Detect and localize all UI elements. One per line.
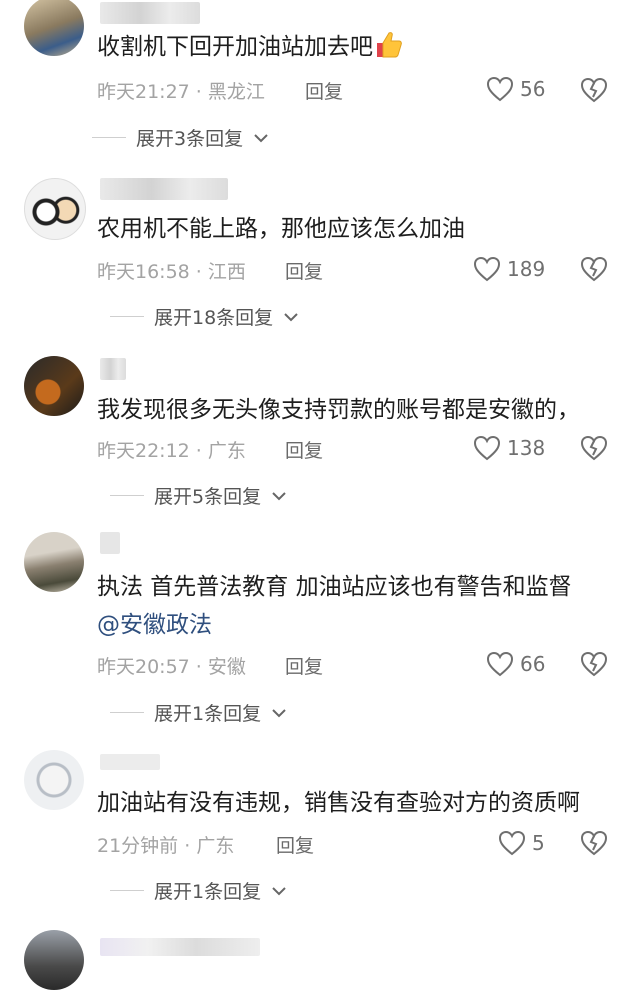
meta-separator: · [189,656,208,678]
expand-replies[interactable]: 展开1条回复 [110,877,287,904]
comment-time: 昨天22:12 [97,440,190,462]
like-count: 56 [520,77,546,101]
comment-meta: 昨天16:58 · 江西 [97,257,246,284]
dislike-icon[interactable] [580,434,608,462]
comment-location: 安徽 [207,656,246,678]
avatar[interactable] [24,178,86,240]
dislike-icon[interactable] [580,650,608,678]
like-button[interactable]: 5 [498,828,545,858]
username-blurred[interactable] [100,938,260,956]
expand-label: 展开3条回复 [136,128,244,150]
meta-separator: · [189,81,208,103]
username-blurred[interactable] [100,2,200,24]
reply-button[interactable]: 回复 [285,257,323,284]
like-button[interactable]: 189 [473,254,545,284]
mention-link[interactable]: @安徽政法 [97,608,212,642]
comment-time: 昨天21:27 [97,81,190,103]
expand-label: 展开1条回复 [154,881,262,903]
comment-text: 执法 首先普法教育 加油站应该也有警告和监督 [97,574,572,600]
expand-line [110,316,144,317]
comment-time: 昨天20:57 [97,656,190,678]
comment-location: 广东 [196,835,235,857]
avatar[interactable] [24,930,84,990]
like-count: 5 [532,831,545,855]
avatar[interactable] [24,356,84,416]
username-blurred[interactable] [100,754,160,770]
meta-separator: · [189,440,208,462]
chevron-down-icon [272,708,286,717]
dislike-icon[interactable] [580,829,608,857]
thumbs-up-icon [373,30,403,60]
comment-text: 我发现很多无头像支持罚款的账号都是安徽的， [97,397,580,423]
expand-replies[interactable]: 展开3条回复 [92,124,269,151]
comment-text: 收割机下回开加油站加去吧 [97,30,403,64]
like-count: 189 [507,257,546,281]
heart-icon [473,435,501,461]
like-button[interactable]: 66 [486,649,545,679]
meta-separator: · [178,835,197,857]
avatar[interactable] [24,0,84,56]
expand-replies[interactable]: 展开18条回复 [110,303,299,330]
comment-location: 江西 [207,261,246,283]
like-button[interactable]: 56 [486,74,545,104]
dislike-icon[interactable] [580,255,608,283]
expand-replies[interactable]: 展开5条回复 [110,482,287,509]
expand-label: 展开5条回复 [154,486,262,508]
heart-icon [486,76,514,102]
avatar[interactable] [24,532,84,592]
chevron-down-icon [272,491,286,500]
meta-separator: · [189,261,208,283]
reply-button[interactable]: 回复 [305,77,343,104]
reply-button[interactable]: 回复 [276,831,314,858]
heart-icon [486,651,514,677]
reply-button[interactable]: 回复 [285,436,323,463]
expand-line [92,137,126,138]
like-count: 66 [520,652,546,676]
dislike-icon[interactable] [580,76,608,104]
chevron-down-icon [272,886,286,895]
comment-location: 广东 [207,440,246,462]
expand-line [110,495,144,496]
expand-label: 展开1条回复 [154,703,262,725]
username-blurred[interactable] [100,532,120,554]
comment-time: 昨天16:58 [97,261,190,283]
expand-label: 展开18条回复 [154,307,274,329]
comment-text: 加油站有没有违规，销售没有查验对方的资质啊 [97,790,580,816]
expand-line [110,890,144,891]
comment-meta: 昨天20:57 · 安徽 [97,652,246,679]
avatar[interactable] [24,750,84,810]
username-blurred[interactable] [100,178,228,200]
username-blurred[interactable] [100,358,126,380]
comment-meta: 昨天22:12 · 广东 [97,436,246,463]
expand-replies[interactable]: 展开1条回复 [110,699,287,726]
like-count: 138 [507,436,546,460]
comment-meta: 昨天21:27 · 黑龙江 [97,77,265,104]
comment-location: 黑龙江 [207,81,265,103]
chevron-down-icon [284,312,298,321]
like-button[interactable]: 138 [473,433,545,463]
expand-line [110,712,144,713]
comment-text: 农用机不能上路，那他应该怎么加油 [97,216,465,242]
reply-button[interactable]: 回复 [285,652,323,679]
chevron-down-icon [254,133,268,142]
comment-meta: 21分钟前 · 广东 [97,831,234,858]
heart-icon [498,830,526,856]
heart-icon [473,256,501,282]
comment-time: 21分钟前 [97,835,179,857]
